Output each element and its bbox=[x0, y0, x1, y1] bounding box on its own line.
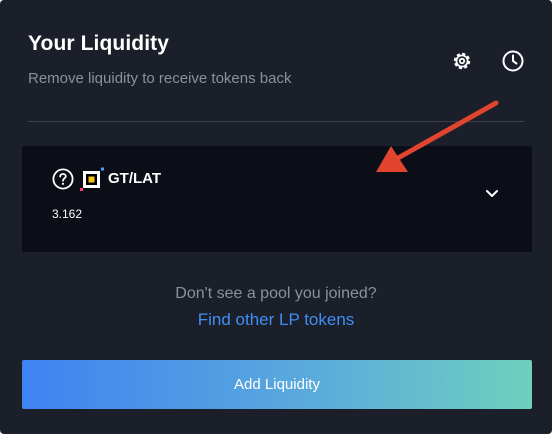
find-lp-tokens-link[interactable]: Find other LP tokens bbox=[0, 310, 552, 330]
page-subtitle: Remove liquidity to receive tokens back bbox=[28, 70, 292, 87]
token-logo-icon bbox=[80, 167, 104, 191]
question-circle-icon bbox=[52, 168, 74, 190]
chevron-down-icon[interactable] bbox=[484, 188, 500, 200]
gear-icon[interactable] bbox=[450, 49, 474, 73]
page-title: Your Liquidity bbox=[28, 32, 169, 55]
clock-icon[interactable] bbox=[501, 49, 525, 73]
divider bbox=[28, 121, 524, 122]
liquidity-panel: Your Liquidity Remove liquidity to recei… bbox=[0, 0, 552, 434]
pool-row-gt-lat[interactable]: GT/LAT 3.162 bbox=[22, 146, 532, 252]
missing-pool-hint: Don't see a pool you joined? bbox=[175, 285, 377, 302]
pool-balance: 3.162 bbox=[52, 207, 83, 221]
pool-pair-label: GT/LAT bbox=[108, 170, 162, 187]
add-liquidity-button[interactable]: Add Liquidity bbox=[22, 360, 532, 409]
